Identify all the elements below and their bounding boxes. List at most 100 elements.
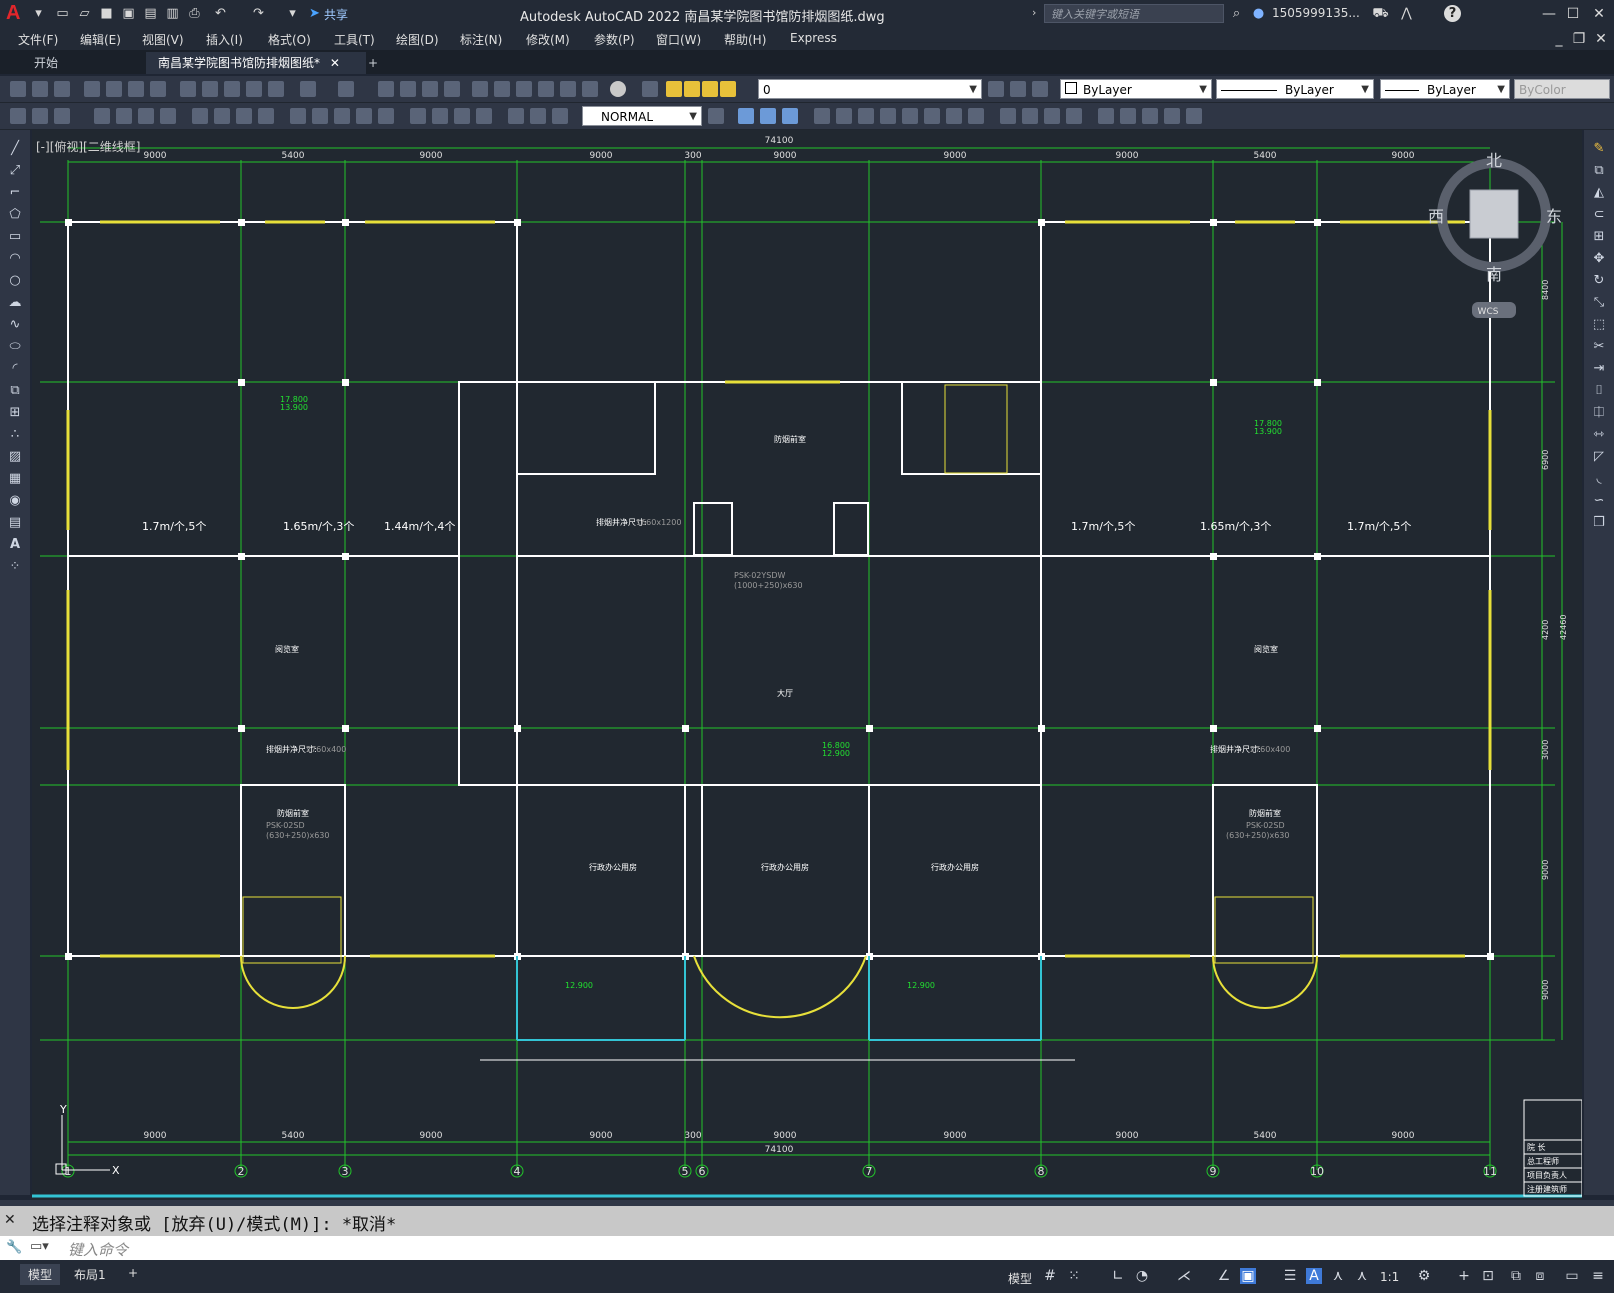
customize-status-icon[interactable]: ≡ [1590, 1268, 1606, 1284]
jogged-dim-icon[interactable] [214, 108, 230, 124]
share-button[interactable]: 共享 [324, 6, 348, 23]
cart-icon[interactable]: ⛟ [1372, 5, 1389, 22]
scale-icon[interactable]: ⤡ [1591, 296, 1607, 310]
copy-object-icon[interactable]: ⧉ [1591, 164, 1607, 178]
mirror-icon[interactable]: ◭ [1591, 186, 1607, 200]
layer-dropdown[interactable]: 0 ▼ [758, 79, 982, 99]
menu-file[interactable]: 文件(F) [18, 31, 58, 48]
save-icon[interactable] [54, 81, 70, 97]
object-snap-tracking-icon[interactable]: ∠ [1216, 1268, 1232, 1284]
new-file-icon[interactable]: ▭ [54, 5, 71, 22]
revision-cloud-icon[interactable]: ☁ [7, 296, 23, 310]
design-center-icon[interactable] [494, 81, 510, 97]
export-icon[interactable]: ▥ [164, 5, 181, 22]
erase-icon[interactable]: ✎ [1591, 142, 1607, 156]
publish-icon[interactable] [128, 81, 144, 97]
save-icon[interactable]: ■ [98, 5, 115, 22]
annotation-scale-value[interactable]: 1:1 [1380, 1270, 1399, 1284]
units-icon[interactable]: ⊡ [1480, 1268, 1496, 1284]
menu-tools[interactable]: 工具(T) [334, 31, 375, 48]
undo-tb-icon[interactable] [300, 81, 316, 97]
open-file-icon[interactable]: ▱ [76, 5, 93, 22]
pan-icon[interactable] [378, 81, 394, 97]
clean-screen-icon[interactable]: ▭ [1564, 1268, 1580, 1284]
gradient-icon[interactable]: ▦ [7, 472, 23, 486]
menu-insert[interactable]: 插入(I) [206, 31, 243, 48]
jogged-linear-icon[interactable] [476, 108, 492, 124]
baseline-dim-icon[interactable] [312, 108, 328, 124]
properties-icon[interactable] [472, 81, 488, 97]
lineweight-dropdown[interactable]: ByLayer ▼ [1380, 79, 1510, 99]
menu-help[interactable]: 帮助(H) [724, 31, 766, 48]
viewcube-wcs[interactable]: WCS [1478, 307, 1499, 317]
doc-close-icon[interactable]: ✕ [1590, 28, 1612, 50]
polyline-icon[interactable]: ⌐ [7, 186, 23, 200]
sphere-icon[interactable] [1164, 108, 1180, 124]
cut-icon[interactable] [180, 81, 196, 97]
ellipse-arc-icon[interactable]: ◜ [7, 362, 23, 376]
plotstyle-dropdown[interactable]: ByColor [1514, 79, 1610, 99]
torus-icon[interactable] [1186, 108, 1202, 124]
dim-text-edit-icon[interactable] [530, 108, 546, 124]
annotation-scale-icon[interactable]: ⋏ [1354, 1268, 1370, 1284]
box-icon[interactable] [1098, 108, 1114, 124]
app-menu-chevron-icon[interactable]: ▾ [30, 5, 47, 22]
text-style-dropdown[interactable]: NORMAL ▼ [582, 106, 702, 126]
layer-state-icon[interactable] [1032, 81, 1048, 97]
dim-style-icon[interactable] [32, 108, 48, 124]
plot-preview-icon[interactable]: ▤ [142, 5, 159, 22]
fillet-icon[interactable]: ◟ [1591, 472, 1607, 486]
snap-icon[interactable]: ⁙ [1066, 1268, 1082, 1284]
copy-icon[interactable] [202, 81, 218, 97]
3d-print-icon[interactable] [150, 81, 166, 97]
color-dropdown[interactable]: ByLayer ▼ [1060, 79, 1212, 99]
circle-icon[interactable]: ○ [7, 274, 23, 288]
object-snap-icon[interactable]: ▣ [1240, 1268, 1256, 1284]
layer-previous-icon[interactable] [1010, 81, 1026, 97]
qnew-icon[interactable] [10, 81, 26, 97]
maximize-icon[interactable]: ☐ [1562, 3, 1584, 25]
quick-properties-icon[interactable]: ⧉ [1508, 1268, 1524, 1284]
dim-space-icon[interactable] [356, 108, 372, 124]
center-mark-icon[interactable] [432, 108, 448, 124]
menu-edit[interactable]: 编辑(E) [80, 31, 121, 48]
linear-dim-icon[interactable] [94, 108, 110, 124]
trim-icon[interactable]: ✂ [1591, 340, 1607, 354]
search-icon[interactable]: ⌕ [1228, 5, 1245, 22]
zoom-window-icon[interactable] [422, 81, 438, 97]
render-icon[interactable] [1022, 108, 1038, 124]
region-icon[interactable]: ◉ [7, 494, 23, 508]
redo-icon[interactable]: ↷ [250, 5, 267, 22]
viewcube-north[interactable]: 北 [1486, 151, 1502, 170]
extend-icon[interactable]: ⇥ [1591, 362, 1607, 376]
move-icon[interactable]: ✥ [1591, 252, 1607, 266]
rotate-3d-icon[interactable] [836, 108, 852, 124]
rotate-icon[interactable]: ↻ [1591, 274, 1607, 288]
command-settings-icon[interactable]: 🔧 [6, 1240, 22, 1255]
insert-block-icon[interactable]: ⧉ [7, 384, 23, 398]
help-tb-icon[interactable] [610, 81, 626, 97]
hatch-icon[interactable]: ▨ [7, 450, 23, 464]
redo-tb-icon[interactable] [338, 81, 354, 97]
radius-dim-icon[interactable] [192, 108, 208, 124]
shade-icon[interactable] [1000, 108, 1016, 124]
polygon-icon[interactable]: ⬠ [7, 208, 23, 222]
viewcube-east[interactable]: 东 [1546, 207, 1562, 226]
layer-on-icon[interactable] [666, 81, 682, 97]
annotation-monitor-icon[interactable]: + [1456, 1268, 1472, 1284]
offset-icon[interactable]: ⊂ [1591, 208, 1607, 222]
continue-dim-icon[interactable] [334, 108, 350, 124]
slice-icon[interactable] [968, 108, 984, 124]
join-icon[interactable]: ⇿ [1591, 428, 1607, 442]
line-icon[interactable]: ╱ [7, 142, 23, 156]
linetype-dropdown[interactable]: ByLayer ▼ [1216, 79, 1374, 99]
dim-style-manager-icon[interactable] [708, 108, 724, 124]
quick-dim-icon[interactable] [10, 108, 26, 124]
open-icon[interactable] [32, 81, 48, 97]
make-block-icon[interactable]: ⊞ [7, 406, 23, 420]
menu-parametric[interactable]: 参数(P) [594, 31, 635, 48]
auto-scale-icon[interactable]: ⋏ [1330, 1268, 1346, 1284]
zoom-previous-icon[interactable] [444, 81, 460, 97]
add-selected-icon[interactable]: ⁘ [7, 560, 23, 574]
align-3d-icon[interactable] [858, 108, 874, 124]
